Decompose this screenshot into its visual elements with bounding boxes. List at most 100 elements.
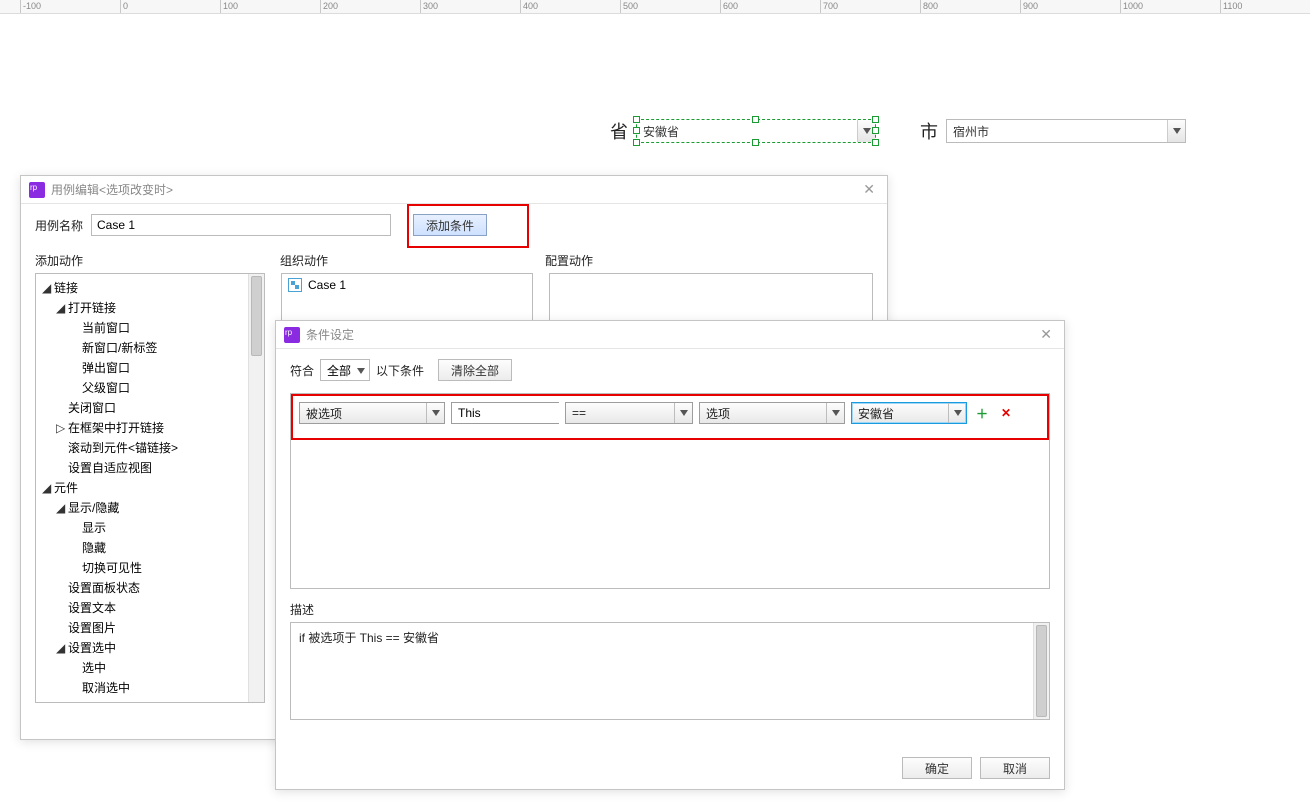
tree-item[interactable]: ◢设置选中 xyxy=(56,638,264,658)
tree-item[interactable]: 父级窗口 xyxy=(70,378,264,398)
field-select[interactable]: 被选项 xyxy=(299,402,445,424)
action-tree[interactable]: ◢链接◢打开链接当前窗口新窗口/新标签弹出窗口父级窗口关闭窗口 ▷在框架中打开链接… xyxy=(36,274,264,702)
tree-item-label: 在框架中打开链接 xyxy=(68,421,164,435)
tree-item-label: 显示/隐藏 xyxy=(68,501,119,515)
add-icon[interactable]: ＋ xyxy=(973,404,991,422)
case-node-label: Case 1 xyxy=(308,278,346,292)
case-icon xyxy=(288,278,302,292)
tree-item[interactable]: 设置面板状态 xyxy=(56,578,264,598)
tree-item-label: 设置文本 xyxy=(68,601,116,615)
tree-item[interactable]: 新窗口/新标签 xyxy=(70,338,264,358)
chevron-down-icon xyxy=(1167,120,1185,142)
case-name-input[interactable] xyxy=(91,214,391,236)
chevron-down-icon xyxy=(948,403,966,423)
city-label: 市 xyxy=(920,118,938,144)
description-group: 描述 if 被选项于 This == 安徽省 xyxy=(290,601,1050,720)
chevron-down-icon xyxy=(826,403,844,423)
city-select[interactable]: 宿州市 xyxy=(946,119,1186,143)
condition-titlebar[interactable]: 条件设定 ✕ xyxy=(276,321,1064,349)
match-select[interactable]: 全部 xyxy=(320,359,370,381)
add-condition-button[interactable]: 添加条件 xyxy=(413,214,487,236)
case-editor-title: 用例编辑<选项改变时> xyxy=(51,181,173,198)
columns-header: 添加动作 组织动作 配置动作 xyxy=(35,252,873,269)
target-wrap xyxy=(451,402,559,424)
tree-item[interactable]: 显示 xyxy=(70,518,264,538)
tree-item[interactable]: 取消选中 xyxy=(70,678,264,698)
city-value: 宿州市 xyxy=(947,123,1167,140)
tree-item-label: 设置图片 xyxy=(68,621,116,635)
case-editor-titlebar[interactable]: 用例编辑<选项改变时> ✕ xyxy=(21,176,887,204)
tree-item[interactable]: 滚动到元件<锚链接> xyxy=(56,438,264,458)
description-label: 描述 xyxy=(290,601,1050,618)
tree-item-label: 当前窗口 xyxy=(82,321,130,335)
match-value: 全部 xyxy=(327,362,351,379)
tree-item-label: 隐藏 xyxy=(82,541,106,555)
tree-item[interactable]: ◢显示/隐藏 xyxy=(56,498,264,518)
tree-item-label: 滚动到元件<锚链接> xyxy=(68,441,178,455)
tree-item[interactable]: 隐藏 xyxy=(70,538,264,558)
case-name-label: 用例名称 xyxy=(35,217,83,234)
tree-item-label: 设置自适应视图 xyxy=(68,461,152,475)
delete-icon[interactable]: ✕ xyxy=(997,404,1015,422)
tree-item[interactable]: ▷在框架中打开链接 xyxy=(56,418,264,438)
tree-item-label: 选中 xyxy=(82,661,106,675)
description-box: if 被选项于 This == 安徽省 xyxy=(290,622,1050,720)
tree-item[interactable]: 设置图片 xyxy=(56,618,264,638)
tree-item-label: 取消选中 xyxy=(82,681,130,695)
condition-footer: 确定 取消 xyxy=(276,747,1064,789)
add-action-panel[interactable]: ◢链接◢打开链接当前窗口新窗口/新标签弹出窗口父级窗口关闭窗口 ▷在框架中打开链接… xyxy=(35,273,265,703)
chevron-down-icon xyxy=(357,363,365,377)
province-value: 安徽省 xyxy=(637,123,857,140)
chevron-down-icon xyxy=(426,403,444,423)
operator-value: == xyxy=(566,406,674,420)
case-name-row: 用例名称 添加条件 xyxy=(35,214,873,236)
tree-item[interactable]: 关闭窗口 xyxy=(56,398,264,418)
cancel-button[interactable]: 取消 xyxy=(980,757,1050,779)
value-select[interactable]: 安徽省 xyxy=(851,402,967,424)
conditions-container: 被选项 == 选项 安徽省 ＋ xyxy=(290,393,1050,589)
tree-item[interactable]: 当前窗口 xyxy=(70,318,264,338)
tree-item-label: 弹出窗口 xyxy=(82,361,130,375)
tree-item-label: 新窗口/新标签 xyxy=(82,341,157,355)
col-header-add-action: 添加动作 xyxy=(35,252,280,269)
tree-item-label: 切换可见性 xyxy=(82,561,142,575)
tree-item[interactable]: ◢链接 xyxy=(42,278,264,298)
tree-item[interactable]: 设置自适应视图 xyxy=(56,458,264,478)
tree-item[interactable]: 弹出窗口 xyxy=(70,358,264,378)
tree-item[interactable]: 设置文本 xyxy=(56,598,264,618)
chevron-down-icon xyxy=(674,403,692,423)
tree-item[interactable]: ◢元件 xyxy=(42,478,264,498)
horizontal-ruler: -100010020030040050060070080090010001100… xyxy=(0,0,1310,14)
tree-item[interactable]: ◢打开链接 xyxy=(56,298,264,318)
field-value: 被选项 xyxy=(300,405,426,422)
clear-all-button[interactable]: 清除全部 xyxy=(438,359,512,381)
tree-item-label: 父级窗口 xyxy=(82,381,130,395)
match-row: 符合 全部 以下条件 清除全部 xyxy=(290,359,1050,381)
tree-item-label: 设置面板状态 xyxy=(68,581,140,595)
app-icon xyxy=(29,182,45,198)
col-header-organize-action: 组织动作 xyxy=(280,252,545,269)
description-text: if 被选项于 This == 安徽省 xyxy=(299,631,439,645)
case-node[interactable]: Case 1 xyxy=(282,274,532,296)
scrollbar[interactable] xyxy=(1033,623,1049,719)
close-icon[interactable]: ✕ xyxy=(1036,326,1056,343)
right-type-select[interactable]: 选项 xyxy=(699,402,845,424)
tree-item[interactable]: 切换可见性 xyxy=(70,558,264,578)
canvas-field-city: 市 宿州市 xyxy=(920,118,1186,144)
tree-item-label: 设置选中 xyxy=(68,641,116,655)
province-select[interactable]: 安徽省 xyxy=(636,119,876,143)
scrollbar[interactable] xyxy=(248,274,264,702)
tree-item-label: 链接 xyxy=(54,281,78,295)
tree-item-label: 关闭窗口 xyxy=(68,401,116,415)
app-icon xyxy=(284,327,300,343)
tree-item-label: 显示 xyxy=(82,521,106,535)
close-icon[interactable]: ✕ xyxy=(859,181,879,198)
col-header-configure-action: 配置动作 xyxy=(545,252,873,269)
condition-dialog: 条件设定 ✕ 符合 全部 以下条件 清除全部 被选项 xyxy=(275,320,1065,790)
tree-item[interactable]: 选中 xyxy=(70,658,264,678)
tree-item-label: 元件 xyxy=(54,481,78,495)
ok-button[interactable]: 确定 xyxy=(902,757,972,779)
operator-select[interactable]: == xyxy=(565,402,693,424)
match-suffix: 以下条件 xyxy=(376,362,424,379)
condition-title: 条件设定 xyxy=(306,326,354,343)
